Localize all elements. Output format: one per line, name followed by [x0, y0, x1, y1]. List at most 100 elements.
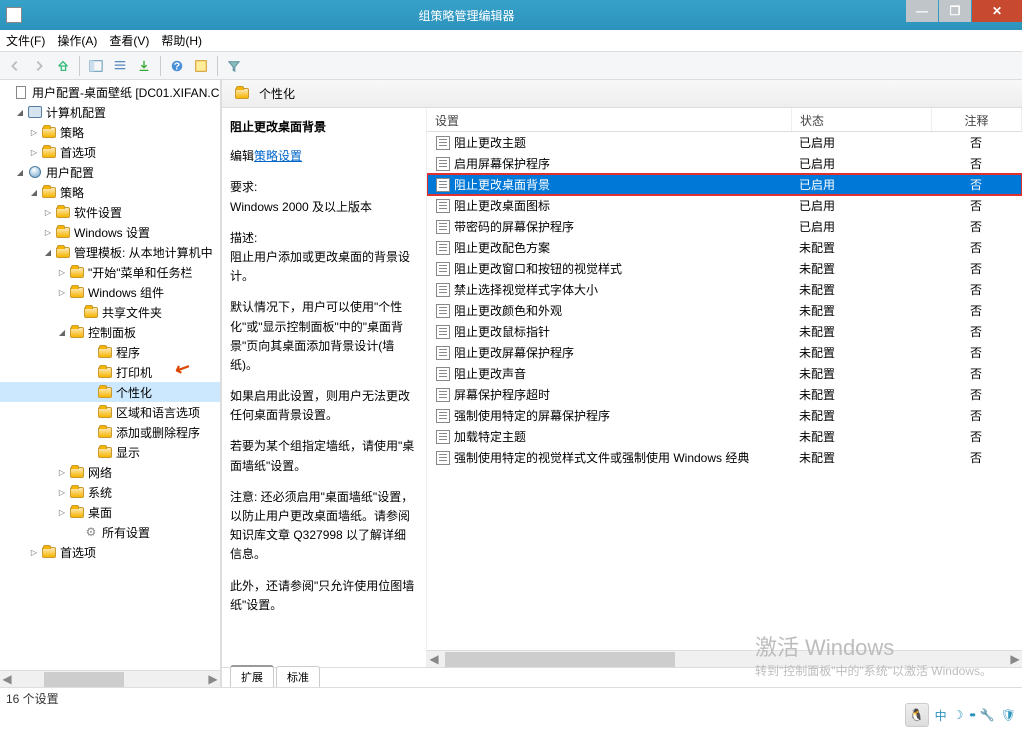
- tabs: 扩展 标准: [222, 667, 1022, 687]
- setting-icon: [436, 283, 450, 297]
- main-area: 用户配置-桌面壁纸 [DC01.XIFAN.C ◢计算机配置 ▷策略 ▷首选项 …: [0, 80, 1022, 687]
- tree-all-settings[interactable]: 所有设置: [0, 522, 220, 542]
- list-row[interactable]: 阻止更改颜色和外观未配置否: [427, 300, 1022, 321]
- up-button[interactable]: [52, 55, 74, 77]
- list-row[interactable]: 阻止更改鼠标指针未配置否: [427, 321, 1022, 342]
- tree-network[interactable]: ▷网络: [0, 462, 220, 482]
- svg-text:?: ?: [174, 60, 180, 72]
- setting-icon: [436, 136, 450, 150]
- setting-icon: [436, 157, 450, 171]
- tab-standard[interactable]: 标准: [276, 666, 320, 687]
- tree-user-config[interactable]: ◢用户配置: [0, 162, 220, 182]
- setting-icon: [436, 241, 450, 255]
- maximize-button[interactable]: ❐: [939, 0, 971, 22]
- forward-button[interactable]: [28, 55, 50, 77]
- back-button[interactable]: [4, 55, 26, 77]
- close-button[interactable]: ✕: [972, 0, 1022, 22]
- tree-programs[interactable]: 程序: [0, 342, 220, 362]
- wrench-icon[interactable]: 🔧: [980, 708, 995, 722]
- tree-display[interactable]: 显示: [0, 442, 220, 462]
- setting-icon: [436, 325, 450, 339]
- tree-add-remove[interactable]: 添加或删除程序: [0, 422, 220, 442]
- list-row[interactable]: 阻止更改配色方案未配置否: [427, 237, 1022, 258]
- window-title: 组策略管理编辑器: [28, 7, 905, 24]
- setting-icon: [436, 451, 450, 465]
- list-row[interactable]: 强制使用特定的视觉样式文件或强制使用 Windows 经典未配置否: [427, 447, 1022, 468]
- list-row[interactable]: 阻止更改桌面图标已启用否: [427, 195, 1022, 216]
- list-row[interactable]: 加载特定主题未配置否: [427, 426, 1022, 447]
- tree-policy-cc[interactable]: ▷策略: [0, 122, 220, 142]
- list-header: 设置 状态 注释: [427, 108, 1022, 132]
- setting-icon: [436, 367, 450, 381]
- menu-help[interactable]: 帮助(H): [161, 32, 202, 49]
- settings-list: 设置 状态 注释 阻止更改主题已启用否启用屏幕保护程序已启用否阻止更改桌面背景已…: [427, 108, 1022, 667]
- window-buttons: — ❐ ✕: [905, 0, 1022, 30]
- list-view-button[interactable]: [109, 55, 131, 77]
- tree-personalization[interactable]: 个性化: [0, 382, 220, 402]
- list-row[interactable]: 启用屏幕保护程序已启用否: [427, 153, 1022, 174]
- setting-icon: [436, 409, 450, 423]
- tree-start-taskbar[interactable]: ▷"开始"菜单和任务栏: [0, 262, 220, 282]
- moon-icon[interactable]: ☽: [953, 708, 964, 722]
- export-button[interactable]: [133, 55, 155, 77]
- setting-icon: [436, 430, 450, 444]
- tree-scrollbar[interactable]: ◀ ▶: [0, 670, 220, 687]
- tree-region-language[interactable]: 区域和语言选项: [0, 402, 220, 422]
- tree-policy-uc[interactable]: ◢策略: [0, 182, 220, 202]
- list-row[interactable]: 阻止更改窗口和按钮的视觉样式未配置否: [427, 258, 1022, 279]
- menu-view[interactable]: 查看(V): [109, 32, 149, 49]
- setting-icon: [436, 304, 450, 318]
- list-row[interactable]: 阻止更改声音未配置否: [427, 363, 1022, 384]
- tree-admin-templates[interactable]: ◢管理模板: 从本地计算机中: [0, 242, 220, 262]
- list-row[interactable]: 阻止更改主题已启用否: [427, 132, 1022, 153]
- description-panel: 阻止更改桌面背景 编辑策略设置 要求: Windows 2000 及以上版本 描…: [222, 108, 427, 667]
- ime-indicator[interactable]: 中: [935, 707, 947, 724]
- setting-icon: [436, 178, 450, 192]
- tree-desktop[interactable]: ▷桌面: [0, 502, 220, 522]
- list-row[interactable]: 阻止更改屏幕保护程序未配置否: [427, 342, 1022, 363]
- setting-icon: [436, 199, 450, 213]
- folder-icon: [235, 88, 249, 99]
- col-comment[interactable]: 注释: [932, 108, 1022, 131]
- setting-icon: [436, 220, 450, 234]
- properties-button[interactable]: [190, 55, 212, 77]
- help-button[interactable]: ?: [166, 55, 188, 77]
- list-row[interactable]: 阻止更改桌面背景已启用否: [427, 174, 1022, 195]
- show-hide-tree-button[interactable]: [85, 55, 107, 77]
- shield-icon[interactable]: 🛡: [1001, 708, 1016, 722]
- setting-icon: [436, 262, 450, 276]
- tree-view[interactable]: 用户配置-桌面壁纸 [DC01.XIFAN.C ◢计算机配置 ▷策略 ▷首选项 …: [0, 80, 220, 670]
- toolbar: ?: [0, 52, 1022, 80]
- tree-windows-components[interactable]: ▷Windows 组件: [0, 282, 220, 302]
- breadcrumb: 个性化: [222, 80, 1022, 108]
- tree-preferences-cc[interactable]: ▷首选项: [0, 142, 220, 162]
- window-titlebar: 组策略管理编辑器 — ❐ ✕: [0, 0, 1022, 30]
- dots-icon[interactable]: ••: [969, 708, 973, 722]
- list-row[interactable]: 屏幕保护程序超时未配置否: [427, 384, 1022, 405]
- list-row[interactable]: 强制使用特定的屏幕保护程序未配置否: [427, 405, 1022, 426]
- tab-extended[interactable]: 扩展: [230, 665, 274, 687]
- qq-icon[interactable]: 🐧: [905, 703, 929, 727]
- system-tray: 🐧 中 ☽ •• 🔧 🛡: [899, 701, 1022, 729]
- minimize-button[interactable]: —: [906, 0, 938, 22]
- setting-title: 阻止更改桌面背景: [230, 118, 418, 137]
- list-scrollbar[interactable]: ◀ ▶: [427, 650, 1022, 667]
- list-row[interactable]: 禁止选择视觉样式字体大小未配置否: [427, 279, 1022, 300]
- edit-policy-link[interactable]: 策略设置: [254, 149, 302, 163]
- tree-windows-settings[interactable]: ▷Windows 设置: [0, 222, 220, 242]
- menu-action[interactable]: 操作(A): [57, 32, 97, 49]
- tree-software-settings[interactable]: ▷软件设置: [0, 202, 220, 222]
- tree-shared-folders[interactable]: 共享文件夹: [0, 302, 220, 322]
- tree-root[interactable]: 用户配置-桌面壁纸 [DC01.XIFAN.C: [0, 82, 220, 102]
- col-setting[interactable]: 设置: [427, 108, 792, 131]
- col-state[interactable]: 状态: [792, 108, 932, 131]
- list-row[interactable]: 带密码的屏幕保护程序已启用否: [427, 216, 1022, 237]
- tree-system[interactable]: ▷系统: [0, 482, 220, 502]
- list-body[interactable]: 阻止更改主题已启用否启用屏幕保护程序已启用否阻止更改桌面背景已启用否阻止更改桌面…: [427, 132, 1022, 650]
- tree-computer-config[interactable]: ◢计算机配置: [0, 102, 220, 122]
- filter-button[interactable]: [223, 55, 245, 77]
- tree-printers[interactable]: 打印机↙: [0, 362, 220, 382]
- tree-preferences-uc[interactable]: ▷首选项: [0, 542, 220, 562]
- tree-control-panel[interactable]: ◢控制面板: [0, 322, 220, 342]
- menu-file[interactable]: 文件(F): [6, 32, 45, 49]
